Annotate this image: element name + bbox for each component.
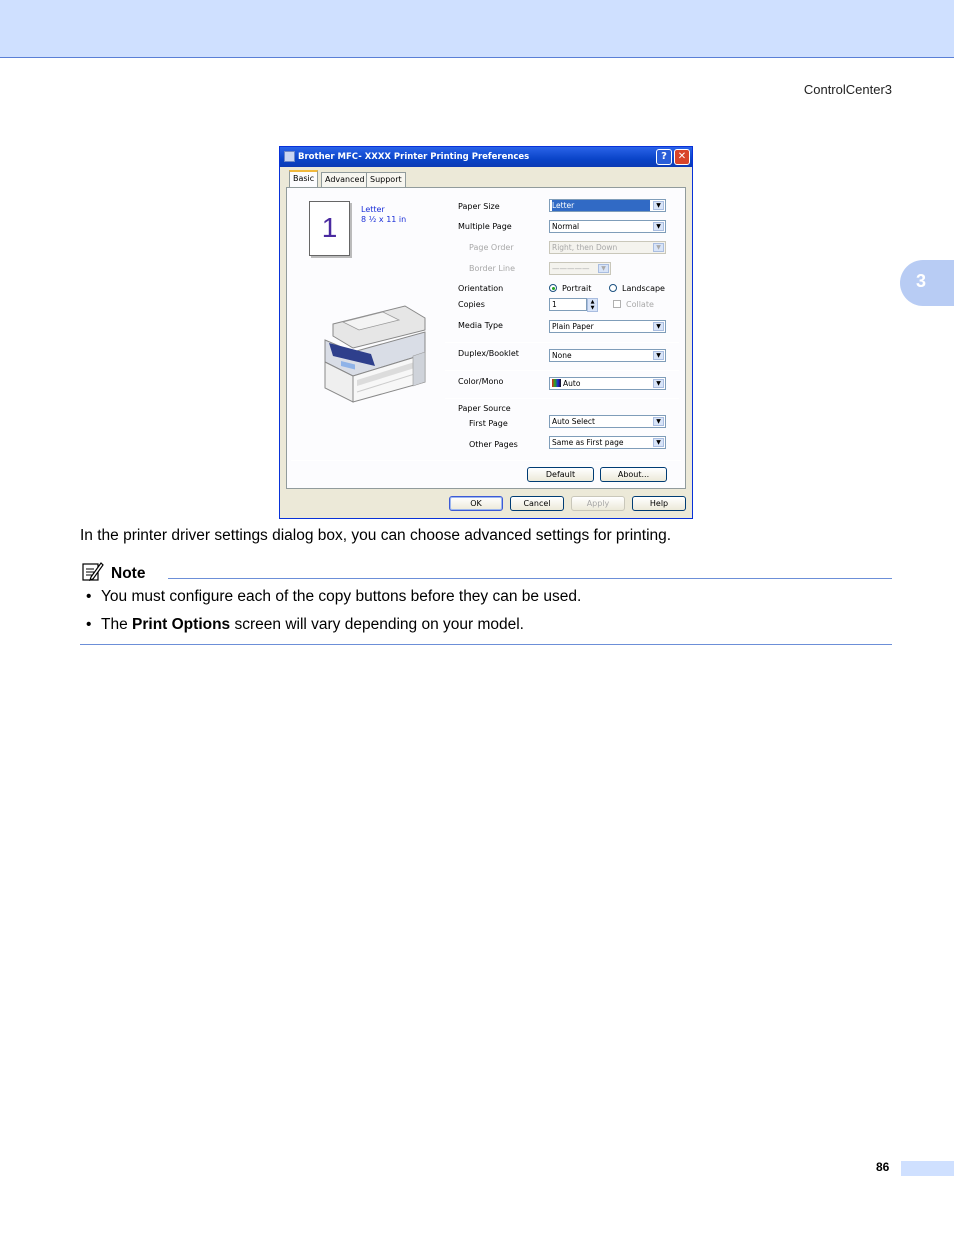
landscape-label: Landscape bbox=[622, 284, 665, 293]
basic-panel: 1 Letter 8 ½ x 11 in Paper Size Letter ▼ … bbox=[286, 187, 686, 489]
help-button[interactable]: Help bbox=[632, 496, 686, 511]
section-title: ControlCenter3 bbox=[803, 82, 892, 97]
portrait-label: Portrait bbox=[562, 284, 592, 293]
divider bbox=[445, 370, 679, 371]
collate-checkbox[interactable] bbox=[613, 300, 621, 308]
header-band bbox=[0, 0, 954, 58]
printer-icon bbox=[284, 151, 295, 162]
print-options-term: Print Options bbox=[132, 616, 231, 633]
multiple-page-select[interactable]: Normal ▼ bbox=[549, 220, 666, 233]
about-button[interactable]: About... bbox=[600, 467, 667, 482]
chevron-down-icon: ▼ bbox=[653, 438, 664, 447]
bullet-symbol: • bbox=[86, 588, 92, 605]
default-button[interactable]: Default bbox=[527, 467, 594, 482]
printing-preferences-dialog: Brother MFC- XXXX Printer Printing Prefe… bbox=[279, 146, 693, 519]
tab-advanced[interactable]: Advanced bbox=[321, 172, 369, 187]
page-order-label: Page Order bbox=[469, 243, 514, 252]
copies-input[interactable]: 1 bbox=[549, 298, 587, 311]
chevron-down-icon: ▼ bbox=[653, 351, 664, 360]
dialog-title: Brother MFC- XXXX Printer Printing Prefe… bbox=[298, 152, 530, 162]
portrait-radio[interactable] bbox=[549, 284, 557, 292]
color-icon bbox=[552, 379, 561, 387]
paper-source-label: Paper Source bbox=[458, 404, 511, 413]
media-type-select[interactable]: Plain Paper ▼ bbox=[549, 320, 666, 333]
divider bbox=[445, 342, 679, 343]
note-rule bbox=[168, 578, 892, 579]
chevron-down-icon: ▼ bbox=[653, 322, 664, 331]
other-pages-select[interactable]: Same as First page ▼ bbox=[549, 436, 666, 449]
page-number: 86 bbox=[876, 1160, 890, 1174]
printer-image bbox=[324, 305, 426, 403]
chapter-tab: 3 bbox=[900, 260, 954, 306]
divider bbox=[445, 398, 679, 399]
paper-preview: 1 bbox=[309, 201, 350, 256]
landscape-radio[interactable] bbox=[609, 284, 617, 292]
chevron-down-icon: ▼ bbox=[653, 222, 664, 231]
ok-button[interactable]: OK bbox=[449, 496, 503, 511]
bullet-text-prefix: The bbox=[101, 616, 133, 633]
divider bbox=[291, 460, 681, 461]
paper-dimensions: 8 ½ x 11 in bbox=[361, 215, 407, 224]
note-end-rule bbox=[80, 644, 892, 645]
chapter-number: 3 bbox=[916, 271, 927, 291]
note-pencil-icon bbox=[82, 562, 104, 581]
color-mono-label: Color/Mono bbox=[458, 377, 504, 386]
collate-label: Collate bbox=[626, 300, 654, 309]
apply-button[interactable]: Apply bbox=[571, 496, 625, 511]
duplex-select[interactable]: None ▼ bbox=[549, 349, 666, 362]
chevron-down-icon: ▼ bbox=[653, 379, 664, 388]
paper-size-label: Paper Size bbox=[458, 202, 500, 211]
border-line-select[interactable]: ————— ▼ bbox=[549, 262, 611, 275]
close-button[interactable]: ✕ bbox=[674, 149, 690, 165]
copies-label: Copies bbox=[458, 300, 485, 309]
chevron-down-icon: ▼ bbox=[653, 201, 664, 210]
media-type-label: Media Type bbox=[458, 321, 503, 330]
other-pages-label: Other Pages bbox=[469, 440, 518, 449]
paper-size-select[interactable]: Letter ▼ bbox=[549, 199, 666, 212]
chevron-down-icon: ▼ bbox=[598, 264, 609, 273]
note-bullet-1: • You must configure each of the copy but… bbox=[86, 588, 581, 606]
multiple-page-label: Multiple Page bbox=[458, 222, 512, 231]
cancel-button[interactable]: Cancel bbox=[510, 496, 564, 511]
bullet-symbol: • bbox=[86, 616, 92, 633]
paper-info: Letter 8 ½ x 11 in bbox=[361, 205, 406, 225]
body-paragraph: In the printer driver settings dialog bo… bbox=[80, 527, 672, 544]
chevron-down-icon: ▼ bbox=[653, 243, 664, 252]
note-title: Note bbox=[111, 565, 146, 582]
help-title-button[interactable]: ? bbox=[656, 149, 672, 165]
duplex-label: Duplex/Booklet bbox=[458, 349, 519, 358]
first-page-select[interactable]: Auto Select ▼ bbox=[549, 415, 666, 428]
color-mono-select[interactable]: Auto ▼ bbox=[549, 377, 666, 390]
paper-name: Letter bbox=[361, 205, 385, 214]
first-page-label: First Page bbox=[469, 419, 508, 428]
chevron-down-icon: ▼ bbox=[653, 417, 664, 426]
footer-band bbox=[901, 1161, 954, 1176]
copies-stepper[interactable]: ▲ ▼ bbox=[587, 298, 598, 312]
border-line-label: Border Line bbox=[469, 264, 516, 273]
dialog-titlebar: Brother MFC- XXXX Printer Printing Prefe… bbox=[280, 147, 692, 167]
note-bullet-2: • The Print Options screen will vary depe… bbox=[86, 616, 524, 634]
bullet-text: You must configure each of the copy butt… bbox=[101, 588, 582, 605]
bullet-text-suffix: screen will vary depending on your model… bbox=[230, 616, 524, 633]
orientation-label: Orientation bbox=[458, 284, 504, 293]
tab-basic[interactable]: Basic bbox=[289, 170, 319, 188]
note-header: Note bbox=[80, 559, 892, 582]
tab-support[interactable]: Support bbox=[366, 172, 406, 187]
page-order-select[interactable]: Right, then Down ▼ bbox=[549, 241, 666, 254]
